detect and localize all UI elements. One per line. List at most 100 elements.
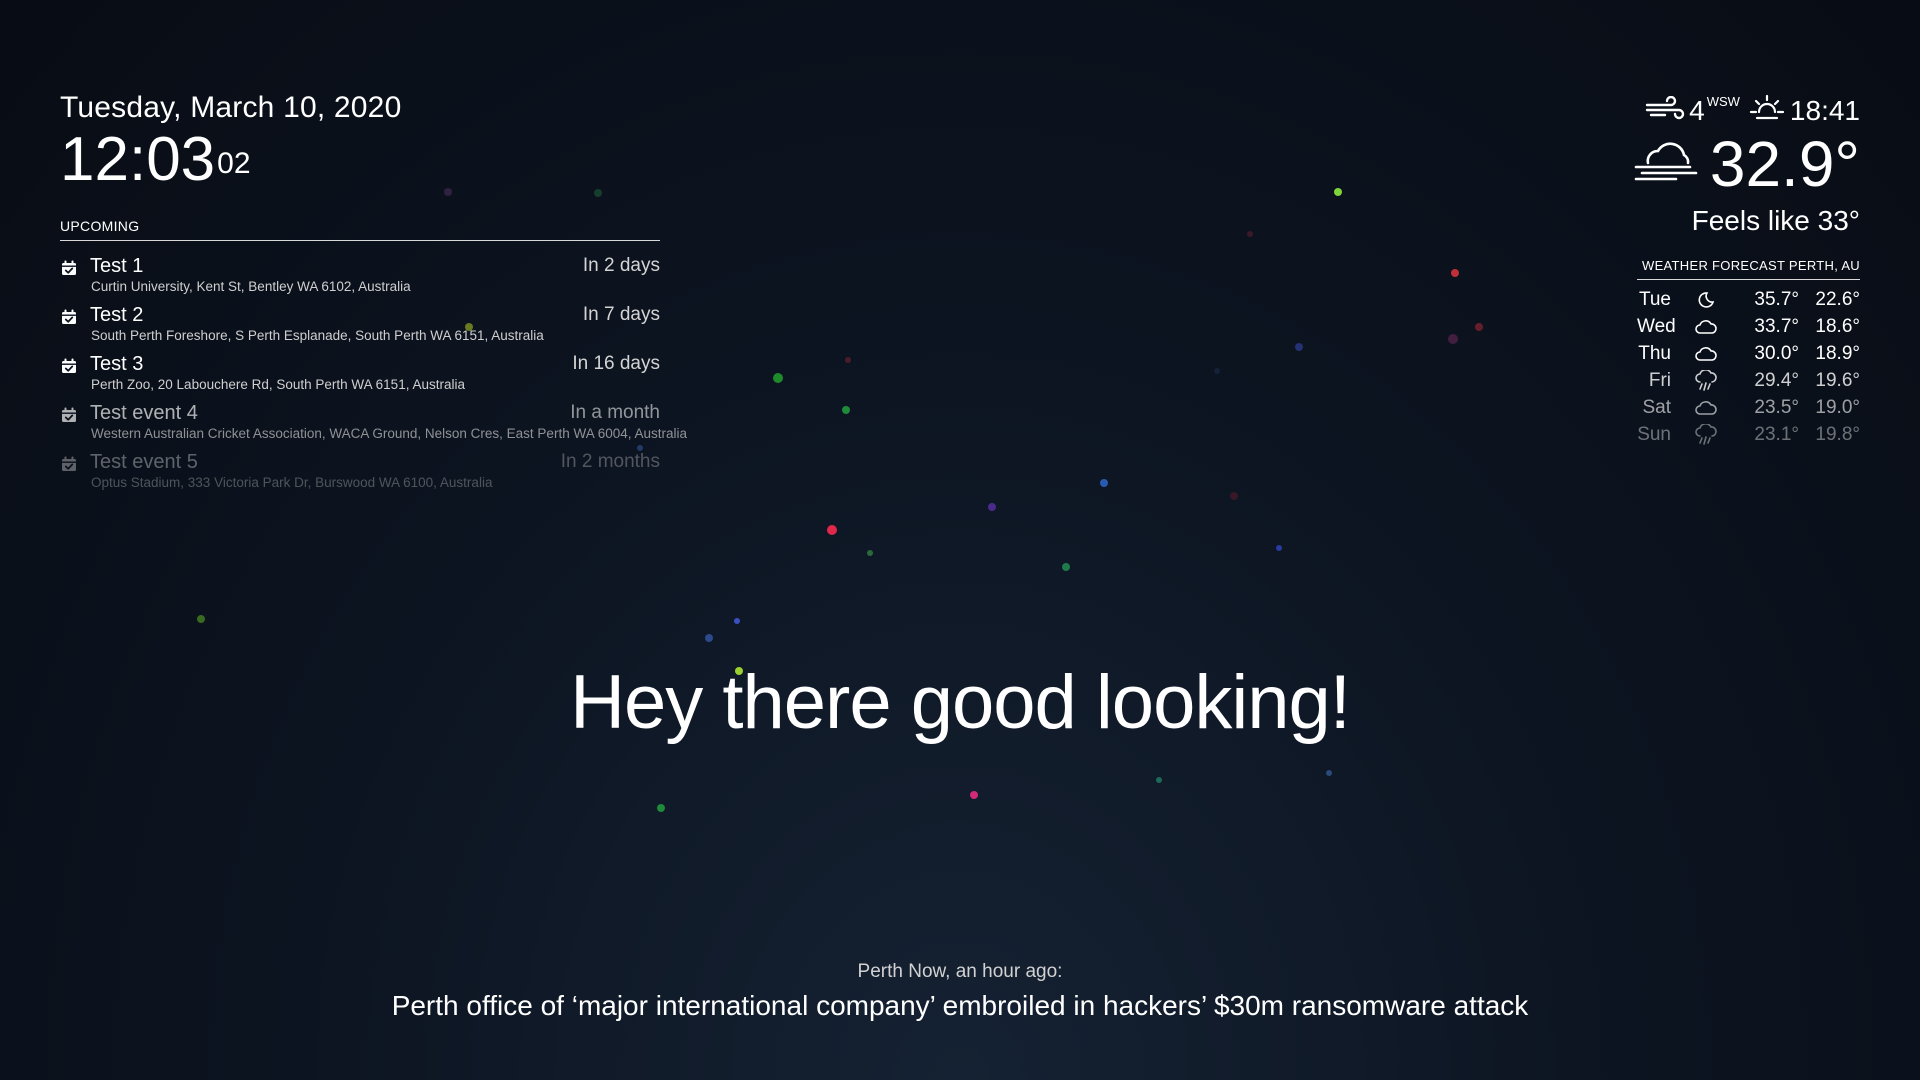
night-clear-icon [1681, 291, 1731, 309]
particle [970, 791, 978, 799]
newsfeed-module: Perth Now, an hour ago: Perth office of … [0, 960, 1920, 1024]
wind-sun-row: 4 WSW 18:41 [1634, 92, 1860, 130]
particle [1100, 479, 1108, 487]
particle [988, 503, 996, 511]
forecast-row: Fri 29.4° 19.6° [1637, 367, 1860, 394]
calendar-event: Test event 5 In 2 months Optus Stadium, 33… [60, 447, 660, 496]
forecast-row: Sat 23.5° 19.0° [1637, 394, 1860, 421]
clock-date: Tuesday, March 10, 2020 [60, 91, 402, 124]
forecast-row: Sun 23.1° 19.8° [1637, 421, 1860, 448]
event-title: Test event 5 [90, 451, 198, 473]
forecast-min-temp: 22.6° [1815, 288, 1860, 310]
calendar-module: UPCOMING Test 1 In 2 days Curtin Universit… [60, 218, 687, 496]
event-time: In 2 days [582, 255, 660, 276]
calendar-event: Test event 4 In a month Western Australian… [60, 398, 687, 447]
event-time: In a month [570, 402, 660, 423]
clock-time: 12:0302 [60, 128, 401, 192]
news-headline: Perth office of ‘major international com… [391, 990, 1529, 1021]
forecast-max-temp: 33.7° [1754, 315, 1799, 337]
forecast-min-temp: 19.0° [1815, 396, 1860, 418]
forecast-day: Fri [1648, 369, 1671, 391]
wind-icon [1645, 94, 1685, 128]
calendar-check-icon [61, 358, 77, 374]
particle [1276, 545, 1282, 551]
event-title: Test 3 [90, 353, 144, 375]
calendar-event: Test 2 In 7 days South Perth Foreshore, S … [60, 300, 660, 349]
forecast-max-temp: 23.1° [1754, 423, 1799, 445]
clock-module: Tuesday, March 10, 2020 12:0302 [60, 90, 401, 192]
particle [1475, 323, 1483, 331]
wind-direction: WSW [1706, 94, 1740, 109]
current-temperature: 32.9° [1709, 128, 1860, 200]
particle [594, 189, 602, 197]
event-title: Test 1 [90, 255, 144, 277]
particle [845, 357, 851, 363]
rain-icon [1681, 369, 1731, 392]
event-location: Optus Stadium, 333 Victoria Park Dr, Bur… [91, 475, 493, 490]
forecast-header: WEATHER FORECAST PERTH, AU [1637, 258, 1860, 280]
event-time: In 16 days [572, 353, 660, 374]
forecast-day: Thu [1638, 342, 1671, 364]
particle [1448, 334, 1458, 344]
forecast-min-temp: 18.9° [1815, 342, 1860, 364]
event-time: In 2 months [560, 451, 660, 472]
forecast-day: Sat [1642, 396, 1671, 418]
calendar-event-list: Test 1 In 2 days Curtin University, Kent S… [60, 251, 687, 496]
weather-forecast-module: WEATHER FORECAST PERTH, AU Tue 35.7° 22.6°… [1637, 258, 1860, 448]
particle [867, 550, 873, 556]
particle [1451, 269, 1459, 277]
rain-icon [1681, 423, 1731, 446]
particle [657, 804, 665, 812]
event-title: Test event 4 [90, 402, 198, 424]
forecast-row: Tue 35.7° 22.6° [1637, 286, 1860, 313]
event-location: Perth Zoo, 20 Labouchere Rd, South Perth… [91, 377, 465, 392]
forecast-day: Tue [1638, 288, 1671, 310]
cloudy-icon [1681, 318, 1731, 336]
particle [842, 406, 850, 414]
forecast-day: Wed [1637, 315, 1676, 337]
forecast-min-temp: 18.6° [1815, 315, 1860, 337]
calendar-check-icon [61, 456, 77, 472]
forecast-max-temp: 23.5° [1754, 396, 1799, 418]
particle [1326, 770, 1332, 776]
feels-like: Feels like 33° [1691, 205, 1860, 236]
cloudy-windy-icon [1634, 137, 1698, 192]
forecast-min-temp: 19.8° [1815, 423, 1860, 445]
calendar-check-icon [61, 407, 77, 423]
event-location: South Perth Foreshore, S Perth Esplanade… [91, 328, 544, 343]
particle [1156, 777, 1162, 783]
cloudy-icon [1681, 345, 1731, 363]
forecast-max-temp: 35.7° [1754, 288, 1799, 310]
calendar-event: Test 1 In 2 days Curtin University, Kent S… [60, 251, 660, 300]
event-location: Curtin University, Kent St, Bentley WA 6… [91, 279, 411, 294]
clock-seconds: 02 [217, 147, 251, 180]
calendar-check-icon [61, 260, 77, 276]
sunset-icon [1748, 92, 1786, 130]
sun-time: 18:41 [1789, 95, 1860, 126]
event-title: Test 2 [90, 304, 144, 326]
particle [1334, 188, 1342, 196]
forecast-day: Sun [1637, 423, 1671, 445]
forecast-row: Thu 30.0° 18.9° [1637, 340, 1860, 367]
particle [197, 615, 205, 623]
particle [1230, 492, 1238, 500]
particle [1295, 343, 1303, 351]
calendar-event: Test 3 In 16 days Perth Zoo, 20 Labouchere… [60, 349, 660, 398]
compliment-text: Hey there good looking! [570, 660, 1351, 745]
calendar-header: UPCOMING [60, 218, 660, 241]
particle [734, 618, 740, 624]
calendar-check-icon [61, 309, 77, 325]
current-weather-module: 4 WSW 18:41 32.9° Feels like 33° [1634, 92, 1860, 238]
particle [705, 634, 713, 642]
forecast-table: Tue 35.7° 22.6° Wed 33.7° 18.6° Thu 30.0° 18.9° F… [1637, 286, 1860, 448]
news-source: Perth Now, an hour ago: [857, 961, 1063, 982]
event-location: Western Australian Cricket Association, … [91, 426, 688, 441]
wind-speed: 4 [1689, 95, 1705, 126]
cloudy-icon [1681, 399, 1731, 417]
particle [827, 525, 837, 535]
particle [773, 373, 783, 383]
clock-hours-minutes: 12:03 [60, 125, 216, 194]
event-time: In 7 days [582, 304, 660, 325]
forecast-max-temp: 30.0° [1754, 342, 1799, 364]
temperature-row: 32.9° [1634, 130, 1860, 198]
